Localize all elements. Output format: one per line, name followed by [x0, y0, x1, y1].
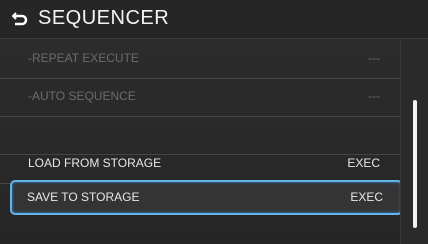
menu-item-auto-sequence[interactable]: -AUTO SEQUENCE ---: [0, 78, 400, 117]
menu-item-save-to-storage[interactable]: SAVE TO STORAGE EXEC: [10, 180, 403, 215]
header-bar: SEQUENCER: [0, 0, 428, 39]
page-title: SEQUENCER: [38, 7, 170, 29]
menu-item-label: -REPEAT EXECUTE: [28, 51, 139, 65]
menu-item-value: EXEC: [350, 190, 383, 204]
return-arrow-icon[interactable]: [12, 11, 28, 27]
menu-item-value: ---: [368, 89, 380, 103]
menu-item-label: -AUTO SEQUENCE: [28, 89, 136, 103]
sequencer-screen: SEQUENCER -REPEAT EXECUTE --- -AUTO SEQU…: [0, 0, 428, 244]
menu-item-value: EXEC: [347, 156, 380, 170]
scrollbar-thumb[interactable]: [413, 100, 417, 228]
menu-item-load-from-storage[interactable]: LOAD FROM STORAGE EXEC: [0, 145, 400, 184]
menu-item-label: SAVE TO STORAGE: [27, 190, 140, 204]
menu-list: -REPEAT EXECUTE --- -AUTO SEQUENCE --- L…: [0, 40, 403, 244]
menu-item-value: ---: [368, 51, 380, 65]
menu-item-repeat-execute[interactable]: -REPEAT EXECUTE ---: [0, 40, 400, 79]
menu-item-label: LOAD FROM STORAGE: [28, 156, 162, 170]
